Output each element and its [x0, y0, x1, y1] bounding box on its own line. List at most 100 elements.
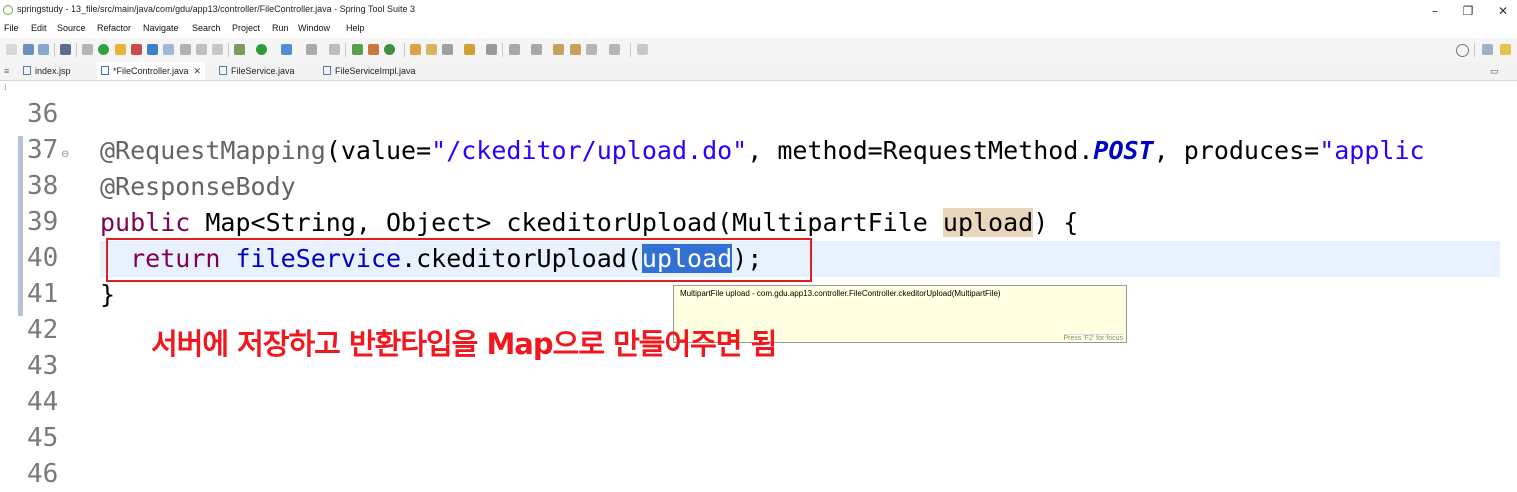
string-token: "applic	[1319, 136, 1425, 165]
line-number: 44	[27, 387, 59, 417]
code-token: , produces=	[1153, 136, 1320, 165]
close-tab-icon[interactable]: ✕	[194, 66, 202, 76]
line-number: 41	[27, 279, 59, 309]
new-java-project-icon[interactable]	[352, 44, 363, 55]
perspective-icon[interactable]	[1500, 44, 1511, 55]
forward-icon[interactable]	[609, 44, 620, 55]
next-annotation-icon[interactable]	[163, 44, 174, 55]
view-menu-icon[interactable]: ≡	[4, 62, 9, 80]
toolbar	[0, 38, 1517, 63]
annotation-icon[interactable]	[486, 44, 497, 55]
menu-bar: File Edit Source Refactor Navigate Searc…	[0, 21, 1517, 38]
line-number: 38	[27, 171, 59, 201]
line-number: 39	[27, 207, 59, 237]
tab-fileserviceimpl-java[interactable]: FileServiceImpl.java	[323, 62, 416, 80]
debug-run-icon[interactable]	[234, 44, 245, 55]
start-server-icon[interactable]	[98, 44, 109, 55]
next-edit-icon[interactable]	[509, 44, 520, 55]
minimize-button[interactable]: –	[1419, 2, 1451, 20]
menu-refactor[interactable]: Refactor	[97, 23, 131, 33]
menu-help[interactable]: Help	[346, 23, 365, 33]
open-resource-icon[interactable]	[464, 44, 475, 55]
code-token: , method=RequestMethod.	[747, 136, 1094, 165]
occurrence-highlight: upload	[942, 208, 1034, 237]
menu-project[interactable]: Project	[232, 23, 260, 33]
save-icon[interactable]	[23, 44, 34, 55]
change-ruler	[18, 136, 23, 316]
toolbar-separator	[502, 43, 503, 57]
edit-icon[interactable]	[147, 44, 158, 55]
code-token: }	[100, 280, 116, 309]
line-number: 36	[27, 99, 59, 129]
java-file-icon	[219, 66, 227, 75]
annotation-token: @ResponseBody	[100, 172, 296, 201]
open-type-icon[interactable]	[410, 44, 421, 55]
line-number: 46	[27, 459, 59, 489]
restore-button[interactable]: ❐	[1452, 2, 1484, 20]
menu-navigate[interactable]: Navigate	[143, 23, 179, 33]
window-title: springstudy - 13_file/src/main/java/com/…	[17, 4, 416, 14]
menu-window[interactable]: Window	[298, 23, 330, 33]
code-editor[interactable]: ⁞ 36 37 ⊖ 38 39 40 41 42 43 44 45 46 @Re…	[0, 81, 1517, 490]
search-icon[interactable]	[1456, 44, 1469, 57]
spring-tool-suite-icon	[3, 5, 13, 15]
code-token: Map<String, Object> ckeditorUpload(Multi…	[190, 208, 943, 237]
pin-editor-icon[interactable]	[637, 44, 648, 55]
tooltip-footer: Press 'F2' for focus	[1063, 334, 1123, 342]
java-file-icon	[323, 66, 331, 75]
last-edit-icon[interactable]	[553, 44, 564, 55]
java-file-icon	[101, 66, 109, 75]
minimize-editor-icon[interactable]: ▭	[1490, 62, 1499, 80]
new-icon[interactable]	[6, 44, 17, 55]
line-number: 40	[27, 243, 59, 273]
menu-search[interactable]: Search	[192, 23, 221, 33]
toolbar-separator	[228, 43, 229, 57]
keyword-token: public	[100, 208, 191, 237]
toolbar-separator	[404, 43, 405, 57]
toolbar-separator	[630, 43, 631, 57]
save-all-icon[interactable]	[38, 44, 49, 55]
tab-label: *FileController.java	[113, 66, 189, 76]
terminal-icon[interactable]	[60, 44, 71, 55]
menu-source[interactable]: Source	[57, 23, 86, 33]
show-whitespace-icon[interactable]	[212, 44, 223, 55]
toolbar-separator	[54, 43, 55, 57]
run-icon[interactable]	[256, 44, 267, 55]
code-token: (value=	[325, 136, 432, 165]
spring-icon[interactable]	[115, 44, 126, 55]
code-line-38: @ResponseBody	[100, 169, 296, 205]
tab-fileservice-java[interactable]: FileService.java	[219, 62, 295, 80]
skip-breakpoints-icon[interactable]	[82, 44, 93, 55]
toggle-icon[interactable]	[180, 44, 191, 55]
new-class-icon[interactable]	[384, 44, 395, 55]
code-line-41: }	[100, 277, 115, 313]
coverage-icon[interactable]	[281, 44, 292, 55]
tab-filecontroller-java[interactable]: *FileController.java ✕	[97, 62, 206, 80]
new-package-icon[interactable]	[368, 44, 379, 55]
menu-edit[interactable]: Edit	[31, 23, 47, 33]
tab-label: index.jsp	[35, 66, 71, 76]
tooltip-text: MultipartFile upload - com.gdu.app13.con…	[680, 289, 1001, 298]
search-tool-icon[interactable]	[442, 44, 453, 55]
block-selection-icon[interactable]	[196, 44, 207, 55]
line-number: 42	[27, 315, 59, 345]
open-task-icon[interactable]	[426, 44, 437, 55]
tab-index-jsp[interactable]: index.jsp	[23, 62, 71, 80]
menu-run[interactable]: Run	[272, 23, 289, 33]
back-icon[interactable]	[586, 44, 597, 55]
title-bar: springstudy - 13_file/src/main/java/com/…	[0, 0, 1517, 21]
toolbar-separator	[1474, 43, 1475, 57]
menu-file[interactable]: File	[4, 23, 19, 33]
prev-edit-icon[interactable]	[531, 44, 542, 55]
fold-icon[interactable]: ⊖	[61, 149, 69, 160]
back-history-icon[interactable]	[570, 44, 581, 55]
profile-icon[interactable]	[329, 44, 340, 55]
close-button[interactable]: ✕	[1487, 2, 1517, 20]
toolbar-separator	[345, 43, 346, 57]
open-perspective-icon[interactable]	[1482, 44, 1493, 55]
line-number: 45	[27, 423, 59, 453]
debug-icon[interactable]	[131, 44, 142, 55]
external-tools-icon[interactable]	[306, 44, 317, 55]
line-number: 37	[27, 135, 59, 165]
annotation-note: 서버에 저장하고 반환타입을 Map으로 만들어주면 됨	[151, 327, 777, 361]
